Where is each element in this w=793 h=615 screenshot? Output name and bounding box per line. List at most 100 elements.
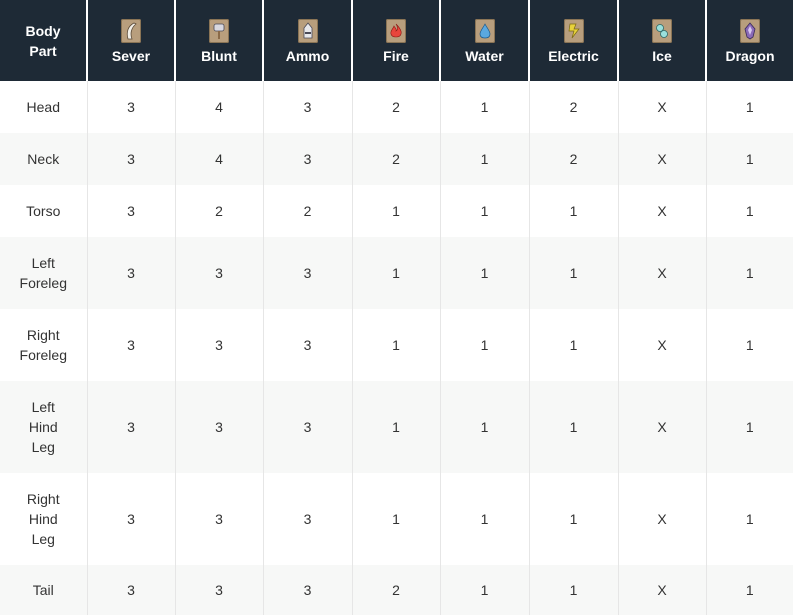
value-cell: 1 <box>439 381 529 473</box>
table-row: Right Hind Leg 3 3 3 1 1 1 X 1 <box>0 473 793 565</box>
value-cell: 1 <box>351 473 440 565</box>
value-cell: 3 <box>86 565 175 615</box>
body-part-label: Torso <box>26 203 61 219</box>
value-cell: X <box>617 381 706 473</box>
value-cell: 1 <box>351 309 440 381</box>
value-cell: 2 <box>351 133 440 185</box>
value-cell: X <box>617 309 706 381</box>
header-ammo-label: Ammo <box>285 48 330 64</box>
value-cell: X <box>617 237 706 309</box>
table-row: Head 3 4 3 2 1 2 X 1 <box>0 81 793 133</box>
value-cell: 1 <box>439 473 529 565</box>
body-part-cell: Left Hind Leg <box>0 381 87 473</box>
ammo-icon <box>297 19 318 43</box>
value-cell: 1 <box>439 185 529 237</box>
value-cell: 1 <box>439 133 529 185</box>
value-cell: 3 <box>174 381 263 473</box>
header-dragon: Dragon <box>705 0 793 81</box>
fire-icon <box>386 19 406 43</box>
value-cell: 3 <box>262 81 352 133</box>
value-cell: 3 <box>174 237 263 309</box>
table-row: Neck 3 4 3 2 1 2 X 1 <box>0 133 793 185</box>
value-cell: 1 <box>705 133 793 185</box>
value-cell: X <box>617 185 706 237</box>
value-cell: 1 <box>705 381 793 473</box>
body-part-cell: Torso <box>0 185 87 237</box>
header-ammo: Ammo <box>262 0 352 81</box>
body-part-cell: Right Hind Leg <box>0 473 87 565</box>
header-sever-label: Sever <box>111 48 151 64</box>
value-cell: 2 <box>174 185 263 237</box>
sever-icon <box>121 19 141 43</box>
value-cell: X <box>617 133 706 185</box>
value-cell: 1 <box>705 81 793 133</box>
value-cell: 2 <box>528 81 618 133</box>
weakness-table: Body Part Sever Blunt Ammo Fire Water El… <box>0 0 793 615</box>
table-row: Left Hind Leg 3 3 3 1 1 1 X 1 <box>0 381 793 473</box>
value-cell: 3 <box>174 473 263 565</box>
header-ice-label: Ice <box>652 48 672 64</box>
value-cell: 3 <box>86 81 175 133</box>
value-cell: 1 <box>351 185 440 237</box>
value-cell: 3 <box>86 309 175 381</box>
value-cell: X <box>617 565 706 615</box>
value-cell: 1 <box>528 381 618 473</box>
header-sever: Sever <box>86 0 175 81</box>
value-cell: X <box>617 81 706 133</box>
header-blunt-label: Blunt <box>201 48 237 64</box>
body-part-label: Neck <box>27 151 60 167</box>
value-cell: 3 <box>174 565 263 615</box>
value-cell: 1 <box>528 185 618 237</box>
value-cell: 1 <box>705 309 793 381</box>
header-blunt: Blunt <box>174 0 263 81</box>
value-cell: 1 <box>439 237 529 309</box>
table-row: Tail 3 3 3 2 1 1 X 1 <box>0 565 793 615</box>
table-row: Left Foreleg 3 3 3 1 1 1 X 1 <box>0 237 793 309</box>
value-cell: 1 <box>439 309 529 381</box>
value-cell: 1 <box>351 237 440 309</box>
header-electric-label: Electric <box>548 48 599 64</box>
value-cell: 1 <box>705 237 793 309</box>
body-part-label: Right Hind Leg <box>26 491 60 547</box>
header-electric: Electric <box>528 0 618 81</box>
body-part-cell: Neck <box>0 133 87 185</box>
value-cell: 4 <box>174 133 263 185</box>
body-part-label: Tail <box>32 582 54 598</box>
body-part-cell: Tail <box>0 565 87 615</box>
value-cell: 3 <box>86 381 175 473</box>
table-row: Right Foreleg 3 3 3 1 1 1 X 1 <box>0 309 793 381</box>
body-part-label: Head <box>26 99 60 115</box>
value-cell: 1 <box>705 185 793 237</box>
electric-icon <box>563 19 584 43</box>
value-cell: 1 <box>351 381 440 473</box>
header-water-label: Water <box>465 48 504 64</box>
value-cell: 2 <box>262 185 352 237</box>
ice-icon <box>652 19 672 43</box>
body-part-cell: Head <box>0 81 87 133</box>
value-cell: 3 <box>262 133 352 185</box>
value-cell: 1 <box>528 473 618 565</box>
body-part-label: Right Foreleg <box>19 327 67 363</box>
value-cell: 2 <box>351 565 440 615</box>
water-icon <box>474 19 495 43</box>
value-cell: 3 <box>86 237 175 309</box>
value-cell: 1 <box>439 565 529 615</box>
value-cell: 3 <box>174 309 263 381</box>
header-dragon-label: Dragon <box>725 48 775 64</box>
value-cell: 1 <box>705 473 793 565</box>
blunt-icon <box>209 19 229 43</box>
value-cell: 3 <box>262 565 352 615</box>
value-cell: 1 <box>439 81 529 133</box>
value-cell: 2 <box>528 133 618 185</box>
header-body-part-label: Body Part <box>25 22 61 59</box>
value-cell: 3 <box>262 309 352 381</box>
dragon-icon <box>740 19 760 43</box>
header-fire: Fire <box>351 0 440 81</box>
value-cell: 3 <box>262 473 352 565</box>
body-part-cell: Right Foreleg <box>0 309 87 381</box>
value-cell: X <box>617 473 706 565</box>
header-row: Body Part Sever Blunt Ammo Fire Water El… <box>0 0 793 81</box>
table-row: Torso 3 2 2 1 1 1 X 1 <box>0 185 793 237</box>
value-cell: 3 <box>86 185 175 237</box>
value-cell: 1 <box>528 565 618 615</box>
